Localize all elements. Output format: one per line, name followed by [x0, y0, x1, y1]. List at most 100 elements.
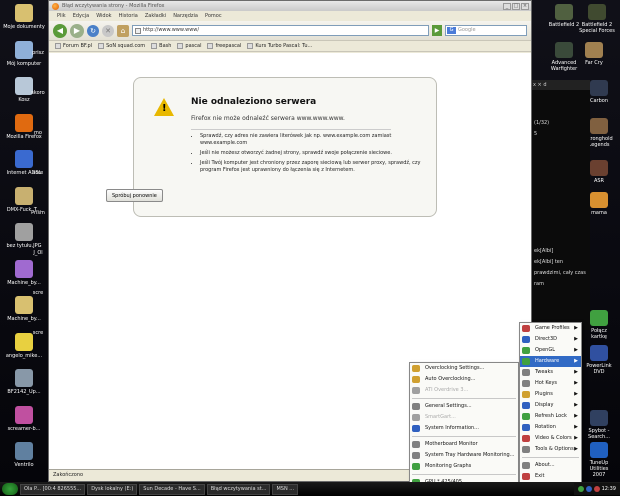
submenu-item[interactable]: General Settings... — [410, 401, 518, 412]
submenu-item[interactable]: System Information... — [410, 423, 518, 434]
tray-menu-item[interactable]: Direct3D ▶ — [520, 334, 581, 345]
menu-item-icon — [522, 325, 530, 332]
desktop-icon[interactable]: Prism — [28, 210, 48, 216]
background-app-titlebar[interactable]: x × d — [531, 80, 590, 90]
bookmark-label: Bash — [159, 43, 172, 49]
home-icon[interactable]: ⌂ — [117, 24, 129, 37]
menu-item[interactable]: Plik — [57, 13, 66, 19]
menu-item[interactable]: Narzędzia — [173, 13, 198, 19]
submenu-item[interactable]: SmartGart... — [410, 412, 518, 423]
menu-item-icon — [412, 425, 420, 432]
tray-menu-item[interactable]: Tools & Options ▶ — [520, 444, 581, 455]
tray-icon[interactable] — [577, 486, 584, 492]
tray-menu-item[interactable]: Rotation ▶ — [520, 422, 581, 433]
desktop-icon[interactable]: J_Ol — [28, 250, 48, 256]
search-input[interactable]: G Google — [445, 25, 527, 36]
submenu-item[interactable]: System Tray Hardware Monitoring... — [410, 450, 518, 461]
desktop-icon-image — [590, 410, 608, 426]
taskbar-button[interactable]: Sun Decade - Have S... — [139, 483, 205, 495]
desktop-icon-label: Ventrilo — [14, 462, 34, 468]
menu-item-icon — [522, 336, 530, 343]
bookmark-item[interactable]: pascal — [177, 43, 201, 49]
submenu-item-label: Auto Overclocking... — [425, 376, 476, 382]
desktop-icon[interactable]: skoro — [28, 90, 48, 96]
forward-button[interactable]: ▶ — [70, 23, 84, 38]
taskbar-button[interactable]: Ola P... [00:4 826555... — [20, 483, 86, 495]
desktop-icon-label: Far Cry — [585, 60, 603, 66]
desktop-icon[interactable]: scre — [28, 290, 48, 296]
taskbar-button[interactable]: Dysk lokalny (E:) — [87, 483, 138, 495]
taskbar-button[interactable]: MSN ... — [272, 483, 299, 495]
submenu-item[interactable]: Motherboard Monitor — [410, 439, 518, 450]
desktop-icon-image — [15, 405, 33, 424]
back-button[interactable]: ◀ — [53, 23, 67, 38]
tray-icon[interactable] — [593, 486, 600, 492]
desktop-icon[interactable]: DMX-Fuck_T... — [0, 186, 48, 213]
menu-item-icon — [412, 414, 420, 421]
start-button[interactable] — [2, 483, 18, 495]
desktop-icon[interactable]: Ventrilo — [0, 442, 48, 468]
submenu-item[interactable]: Overclocking Settings... — [410, 363, 518, 374]
desktop-icon[interactable]: bez tytułu.JPG — [0, 223, 48, 249]
desktop-icon[interactable]: Moje dokumenty — [0, 4, 48, 30]
menu-item[interactable]: Edycja — [73, 13, 90, 19]
desktop-icon-image — [590, 160, 608, 176]
desktop-icon[interactable]: Spybot - Search... — [584, 410, 614, 440]
firefox-titlebar[interactable]: Błąd wczytywania strony - Mozilla Firefo… — [49, 1, 531, 11]
tray-icon[interactable] — [585, 486, 592, 492]
desktop-icon[interactable]: Machine_by... — [0, 296, 48, 322]
tray-menu-item-label: About... — [535, 462, 555, 468]
desktop-icon[interactable]: mo — [28, 130, 48, 136]
menu-item[interactable]: Widok — [96, 13, 111, 19]
bookmark-item[interactable]: Bash — [151, 43, 171, 49]
tray-menu-item-label: Video & Colors — [535, 435, 572, 441]
bookmark-item[interactable]: SoN squad.com — [98, 43, 145, 49]
desktop-icon[interactable]: TuneUp Utilities 2007 — [584, 442, 614, 478]
search-placeholder: Google — [458, 27, 476, 33]
tray-menu-item[interactable]: Hot Keys ▶ — [520, 378, 581, 389]
desktop-icon[interactable]: Far Cry — [579, 42, 609, 66]
desktop-icon[interactable]: screamer-b... — [0, 405, 48, 432]
bookmark-item[interactable]: freepascal — [207, 43, 241, 49]
desktop-icon[interactable]: Machine_by... — [0, 259, 48, 286]
menu-item[interactable]: Pomoc — [205, 13, 222, 19]
submenu-arrow-icon: ▶ — [574, 413, 578, 419]
retry-button[interactable]: Spróbuj ponownie — [106, 189, 163, 202]
tray-menu-item[interactable]: About... — [520, 460, 581, 471]
tray-menu-item[interactable]: Refresh Lock ▶ — [520, 411, 581, 422]
desktop-icon[interactable]: scre — [28, 330, 48, 336]
tray-menu-item[interactable]: Plugins ▶ — [520, 389, 581, 400]
background-app-window[interactable]: x × d (1/32) 5 ek[Albi] ek[Albi] ten prawdzi… — [530, 80, 590, 330]
menu-item[interactable]: Historia — [119, 13, 138, 19]
bookmark-item[interactable]: Kurs Turbo Pascal: Tu... — [247, 43, 312, 49]
taskbar-button[interactable]: Błąd wczytywania st... — [206, 483, 271, 495]
suggestion-item: Sprawdź, czy adres nie zawiera literówek… — [200, 133, 426, 147]
desktop-icon-label: Kosz — [18, 97, 30, 103]
stop-icon[interactable]: ✕ — [102, 24, 114, 37]
url-bar[interactable]: http://www.www.www/ — [132, 25, 429, 36]
tray-menu-item[interactable]: Game Profiles ▶ — [520, 323, 581, 334]
submenu-item[interactable]: Auto Overclocking... — [410, 374, 518, 385]
tray-menu-item[interactable]: Tweaks ▶ — [520, 367, 581, 378]
tray-menu-item[interactable]: Display ▶ — [520, 400, 581, 411]
maximize-button[interactable]: □ — [512, 2, 520, 10]
desktop-icon[interactable]: angelo_mike... — [0, 332, 48, 359]
tray-menu-item[interactable]: Video & Colors ▶ — [520, 433, 581, 444]
desktop-icon[interactable]: prisz — [28, 50, 48, 56]
go-button[interactable]: ▶ — [432, 25, 442, 36]
submenu-item[interactable]: Monitoring Graphs — [410, 461, 518, 472]
submenu-item[interactable]: ATI Overdrive 3... — [410, 385, 518, 396]
desktop-icon[interactable]: scre — [28, 170, 48, 176]
desktop-icon[interactable]: BF2142_Up... — [0, 369, 48, 395]
menu-item[interactable]: Zakładki — [145, 13, 166, 19]
tray-menu-item[interactable]: Hardware ▶ — [520, 356, 581, 367]
bookmark-item[interactable]: Forum BF.pl — [55, 43, 92, 49]
menu-separator — [412, 436, 516, 437]
minimize-button[interactable]: _ — [503, 2, 511, 10]
close-button[interactable]: × — [521, 2, 529, 10]
reload-icon[interactable]: ↻ — [87, 24, 99, 37]
desktop-icon[interactable]: Battlefield 2 Special Forces — [574, 4, 620, 34]
tray-menu-item[interactable]: Exit — [520, 471, 581, 482]
desktop-icon[interactable]: PowerLink DVD — [584, 345, 614, 375]
tray-menu-item[interactable]: OpenGL ▶ — [520, 345, 581, 356]
